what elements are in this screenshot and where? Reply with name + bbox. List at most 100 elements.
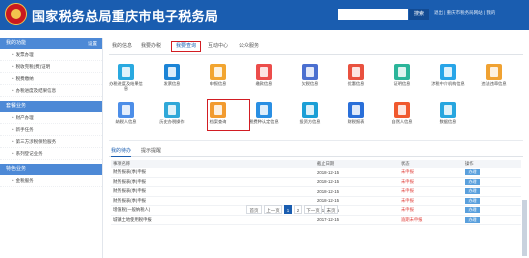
document-icon xyxy=(348,64,364,80)
action-cell: 办理 xyxy=(463,186,521,197)
table-row: 城镇土地使用税申报 2017-12-15 逾期未申报 办理 xyxy=(111,215,521,225)
icon-label: 发票信息 xyxy=(163,81,181,86)
document-icon xyxy=(394,102,410,118)
status-text: 未申报 xyxy=(399,177,463,187)
col-action: 操作 xyxy=(463,160,521,168)
col-status: 状态 xyxy=(399,160,463,168)
header-links[interactable]: 退出 | 重庆市税务局网站 | 我的 xyxy=(434,10,495,16)
table-row: 财务报表(季)申报 2018-12-15 未申报 办理 xyxy=(111,168,521,178)
item-name: 财务报表(季)申报 xyxy=(111,168,315,178)
highlight-box xyxy=(207,99,250,131)
pager-page-1[interactable]: 1 xyxy=(284,205,292,214)
item-name: 财务报表(季)申报 xyxy=(111,186,315,197)
tab-interaction[interactable]: 互动中心 xyxy=(205,41,231,52)
tax-emblem-logo xyxy=(5,3,27,25)
icon-label: 财税报表 xyxy=(347,119,365,124)
handle-button[interactable]: 办理 xyxy=(465,216,480,223)
action-cell: 办理 xyxy=(463,215,521,225)
icon-label: 证明信息 xyxy=(393,81,411,86)
icon-label: 涉税中介机构信息 xyxy=(431,81,465,86)
pager-prev[interactable]: 上一页 xyxy=(264,205,282,214)
col-deadline: 截止日期 xyxy=(315,160,399,168)
icon-label: 欠税信息 xyxy=(301,81,319,86)
document-icon xyxy=(348,102,364,118)
tab-my-info[interactable]: 我的信息 xyxy=(109,41,135,52)
sidebar-item[interactable]: 第三方涉税保险服务 xyxy=(0,136,102,148)
status-text: 未申报 xyxy=(399,205,463,216)
item-name: 城镇土地使用税申报 xyxy=(111,215,315,225)
pager-first[interactable]: 首页 xyxy=(246,205,262,214)
deadline: 2018-12-15 xyxy=(315,168,399,178)
query-icon-tile[interactable]: 办税进度及结果信息 xyxy=(109,64,143,91)
section-title: 特色业务 xyxy=(6,166,27,172)
handle-button[interactable]: 办理 xyxy=(465,207,480,214)
query-icon-tile[interactable]: 投资方信息 xyxy=(293,102,327,124)
query-icon-tile[interactable]: 欠税信息 xyxy=(293,64,327,86)
query-icon-tile[interactable]: 违法违章信息 xyxy=(477,64,511,86)
tab-reminders[interactable]: 提示提醒 xyxy=(141,146,161,156)
section-divider xyxy=(109,140,523,141)
scrollbar[interactable] xyxy=(522,200,527,256)
sidebar-item[interactable]: 系列登记业务 xyxy=(0,148,102,160)
sidebar-item[interactable]: 金税服务 xyxy=(0,175,102,187)
panel-tabs: 我的待办 提示提醒 xyxy=(109,146,523,157)
pager-page-2[interactable]: 2 xyxy=(294,205,302,214)
action-cell: 办理 xyxy=(463,177,521,187)
query-icon-tile[interactable]: 优惠信息 xyxy=(339,64,373,86)
document-icon xyxy=(440,64,456,80)
query-icon-tile[interactable]: 财税报表 xyxy=(339,102,373,124)
deadline: 2018-12-15 xyxy=(315,177,399,187)
icon-label: 投资方信息 xyxy=(299,119,321,124)
icon-label: 历史办税操作 xyxy=(159,119,185,124)
col-name: 事项名称 xyxy=(111,160,315,168)
status-text: 逾期未申报 xyxy=(399,215,463,225)
query-icon-tile[interactable]: 纳税人信息 xyxy=(109,102,143,124)
document-icon xyxy=(302,64,318,80)
handle-button[interactable]: 办理 xyxy=(465,178,480,185)
deadline: 2017-12-15 xyxy=(315,215,399,225)
icon-label: 数据信息 xyxy=(439,119,457,124)
action-cell: 办理 xyxy=(463,205,521,216)
status-text: 未申报 xyxy=(399,196,463,206)
tab-public-service[interactable]: 公众服务 xyxy=(234,41,264,52)
query-icon-tile[interactable]: 证明信息 xyxy=(385,64,419,86)
query-icon-tile[interactable]: 税费种认定信息 xyxy=(247,102,281,124)
handle-button[interactable]: 办理 xyxy=(465,197,480,204)
query-icon-tile[interactable]: 数据信息 xyxy=(431,102,465,124)
pager-next[interactable]: 下一页 xyxy=(304,205,322,214)
pager-last[interactable]: 末页 xyxy=(324,205,338,214)
sidebar-item[interactable]: 发票办理 xyxy=(0,49,102,61)
sidebar-item[interactable]: 新手任务 xyxy=(0,124,102,136)
action-cell: 办理 xyxy=(463,196,521,206)
sidebar-item[interactable]: 税收完税(费)证明 xyxy=(0,61,102,73)
query-icon-tile[interactable]: 缴款信息 xyxy=(247,64,281,86)
section-title: 我的功能 xyxy=(6,40,27,46)
icon-label: 自然人信息 xyxy=(391,119,413,124)
item-name: 财务报表(季)申报 xyxy=(111,177,315,187)
status-text: 未申报 xyxy=(399,186,463,197)
document-icon xyxy=(118,102,134,118)
header-search-input[interactable] xyxy=(338,9,408,20)
sidebar-item[interactable]: 办税进度及结果信息 xyxy=(0,85,102,97)
icon-label: 申报信息 xyxy=(209,81,227,86)
sidebar-item[interactable]: 税费缴纳 xyxy=(0,73,102,85)
tab-do-tax[interactable]: 我要办税 xyxy=(138,41,164,52)
query-icon-tile[interactable]: 自然人信息 xyxy=(385,102,419,124)
document-icon xyxy=(256,64,272,80)
handle-button[interactable]: 办理 xyxy=(465,169,480,176)
sidebar-section-special[interactable]: 特色业务 xyxy=(0,164,102,175)
tab-query[interactable]: 我要查询 xyxy=(171,41,201,52)
handle-button[interactable]: 办理 xyxy=(465,188,480,195)
tab-my-todo[interactable]: 我的待办 xyxy=(111,146,132,157)
settings-link[interactable]: 设置 xyxy=(88,38,97,49)
sidebar-item[interactable]: 财产办理 xyxy=(0,112,102,124)
query-icon-tile[interactable]: 涉税中介机构信息 xyxy=(431,64,465,86)
query-icon-tile[interactable]: 发票信息 xyxy=(155,64,189,86)
site-title: 国家税务总局重庆市电子税务局 xyxy=(32,9,219,24)
header-search-button[interactable]: 搜索 xyxy=(409,9,429,20)
tab-divider xyxy=(109,54,523,55)
sidebar-section-packages[interactable]: 套餐业务 xyxy=(0,101,102,112)
sidebar-section-my-functions[interactable]: 我的功能 设置 xyxy=(0,38,102,49)
query-icon-tile[interactable]: 历史办税操作 xyxy=(155,102,189,124)
query-icon-tile[interactable]: 申报信息 xyxy=(201,64,235,86)
